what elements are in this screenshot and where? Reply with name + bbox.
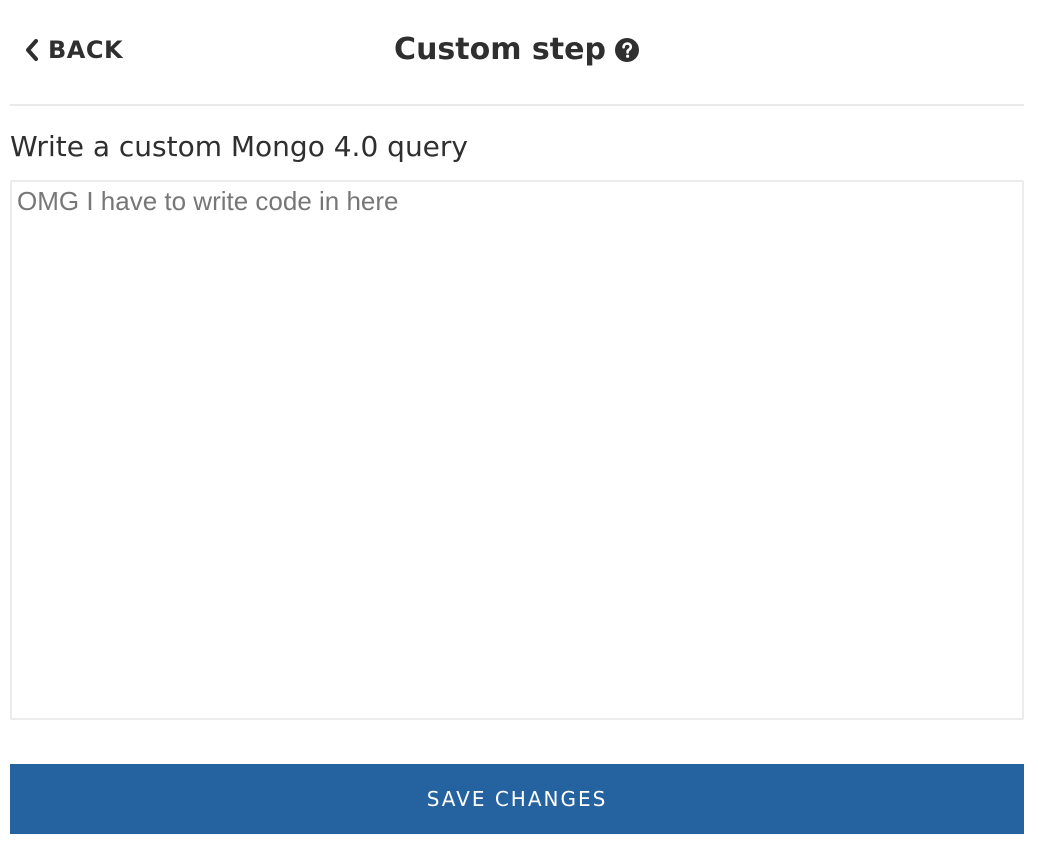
back-button-label: BACK [48,36,124,64]
query-label: Write a custom Mongo 4.0 query [10,130,468,163]
question-circle-icon[interactable] [614,37,640,63]
page-title: Custom step [394,32,606,67]
title-group: Custom step [10,28,1024,72]
save-changes-button[interactable]: SAVE CHANGES [10,764,1024,834]
query-editor[interactable] [10,180,1024,720]
chevron-left-icon [24,38,40,62]
step-header: BACK Custom step [10,0,1024,106]
back-button[interactable]: BACK [24,30,123,70]
